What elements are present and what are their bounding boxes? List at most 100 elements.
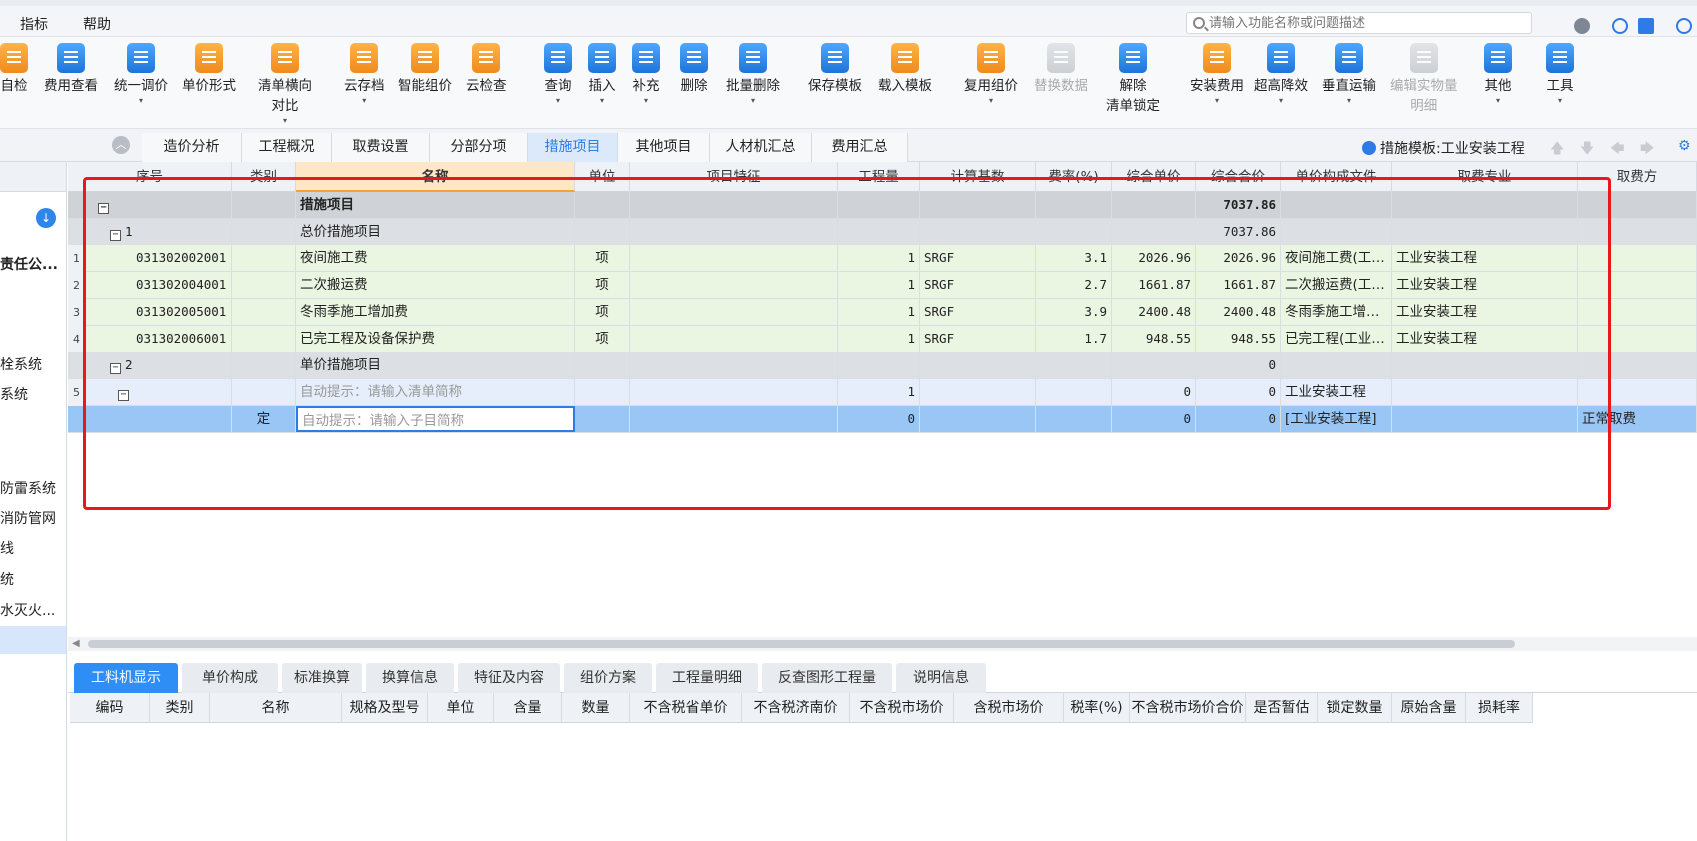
grid-cell-seq[interactable]: 031302004001: [68, 272, 232, 299]
settings-icon[interactable]: [1676, 18, 1692, 34]
grid-cell-rate[interactable]: [1036, 352, 1112, 379]
toolbar-button-0[interactable]: 自检: [0, 43, 28, 96]
detail-tab-6[interactable]: 工程量明细: [656, 663, 758, 693]
grid-cell-cat[interactable]: [232, 325, 296, 352]
toolbar-button-2[interactable]: 统一调价 ▾: [114, 43, 168, 106]
grid-col-header[interactable]: 综合合价: [1196, 162, 1281, 192]
grid-col-header[interactable]: 单价构成文件: [1281, 162, 1392, 192]
collapse-up-icon[interactable]: ︿: [112, 136, 130, 154]
tree-node-lightning[interactable]: 防雷系统: [0, 478, 56, 498]
refresh-icon[interactable]: [1612, 18, 1628, 34]
tab-1[interactable]: 工程概况: [242, 133, 332, 162]
grid-cell-cat[interactable]: [232, 218, 296, 245]
grid-cell-uprice[interactable]: 2400.48: [1112, 298, 1196, 325]
download-icon[interactable]: ↓: [36, 208, 56, 228]
tree-node-hydrant[interactable]: 栓系统: [0, 354, 42, 374]
detail-col-header[interactable]: 损耗率: [1466, 693, 1533, 723]
grid-cell-major[interactable]: [1392, 352, 1578, 379]
dropdown-arrow-icon[interactable]: ▾: [1546, 96, 1574, 106]
grid-cell-major[interactable]: 工业安装工程: [1392, 325, 1578, 352]
grid-col-header[interactable]: 项目特征: [630, 162, 838, 192]
grid-cell-feature[interactable]: [630, 272, 838, 299]
grid-cell-fee[interactable]: [1578, 218, 1697, 245]
grid-cell-uprice[interactable]: [1112, 218, 1196, 245]
grid-cell-unit[interactable]: 项: [575, 245, 630, 272]
grid-cell-feature[interactable]: [630, 192, 838, 218]
detail-tab-2[interactable]: 标准换算: [282, 663, 362, 693]
grid-cell-major[interactable]: 工业安装工程: [1392, 298, 1578, 325]
grid-col-header[interactable]: 计算基数: [920, 162, 1036, 192]
tab-6[interactable]: 人材机汇总: [710, 133, 812, 162]
grid-cell-rate[interactable]: 1.7: [1036, 325, 1112, 352]
grid-cell-uprice[interactable]: [1112, 352, 1196, 379]
detail-tab-3[interactable]: 换算信息: [366, 663, 454, 693]
move-left-icon[interactable]: 🡄: [1610, 138, 1624, 162]
grid-cell-name[interactable]: 自动提示：请输入子目简称: [296, 405, 575, 432]
detail-col-header[interactable]: 类别: [150, 693, 210, 723]
toolbar-button-9[interactable]: 插入 ▾: [588, 43, 616, 106]
grid-cell-rate[interactable]: 2.7: [1036, 272, 1112, 299]
grid-cell-unit[interactable]: [575, 218, 630, 245]
search-input[interactable]: [1209, 14, 1519, 32]
grid-cell-name[interactable]: 冬雨季施工增加费: [296, 298, 575, 325]
grid-cell-uprice[interactable]: 948.55: [1112, 325, 1196, 352]
detail-col-header[interactable]: 规格及型号: [342, 693, 428, 723]
grid-cell-file[interactable]: 已完工程(工业…: [1281, 325, 1392, 352]
tree-node-sys2[interactable]: 统: [0, 569, 14, 589]
detail-col-header[interactable]: 不含税市场价合价: [1130, 693, 1246, 723]
detail-col-header[interactable]: 不含税济南价: [742, 693, 850, 723]
toolbar-button-3[interactable]: 单价形式: [182, 43, 236, 96]
toolbar-button-8[interactable]: 查询 ▾: [544, 43, 572, 106]
toolbar-button-18[interactable]: 安装费用 ▾: [1190, 43, 1244, 106]
grid-cell-base[interactable]: [920, 218, 1036, 245]
grid-cell-base[interactable]: [920, 405, 1036, 432]
grid-col-header[interactable]: 类别: [232, 162, 296, 192]
toolbar-button-14[interactable]: 载入模板: [878, 43, 932, 96]
toolbar-button-17[interactable]: 解除 清单锁定: [1106, 43, 1160, 116]
grid-cell-file[interactable]: 夜间施工费(工…: [1281, 245, 1392, 272]
grid-cell-major[interactable]: 工业安装工程: [1392, 272, 1578, 299]
grid-cell-name[interactable]: 总价措施项目: [296, 218, 575, 245]
grid-cell-name[interactable]: 单价措施项目: [296, 352, 575, 379]
grid-col-header[interactable]: 单位: [575, 162, 630, 192]
collapse-node-icon[interactable]: −: [110, 363, 121, 375]
detail-col-header[interactable]: 含量: [494, 693, 562, 723]
grid-cell-seq[interactable]: 031302002001: [68, 245, 232, 272]
detail-col-header[interactable]: 是否暂估: [1246, 693, 1318, 723]
tab-0[interactable]: 造价分析: [142, 133, 242, 162]
toolbar-button-13[interactable]: 保存模板: [808, 43, 862, 96]
dropdown-arrow-icon[interactable]: ▾: [588, 96, 616, 106]
grid-cell-file[interactable]: 二次搬运费(工…: [1281, 272, 1392, 299]
grid-cell-cat[interactable]: [232, 298, 296, 325]
grid-cell-major[interactable]: [1392, 405, 1578, 432]
grid-cell-rate[interactable]: [1036, 192, 1112, 218]
grid-cell-fee[interactable]: [1578, 192, 1697, 218]
detail-col-header[interactable]: 原始含量: [1392, 693, 1466, 723]
grid-cell-unit[interactable]: 项: [575, 298, 630, 325]
collapse-node-icon[interactable]: −: [110, 229, 121, 241]
toolbar-button-15[interactable]: 复用组价 ▾: [964, 43, 1018, 106]
tab-7[interactable]: 费用汇总: [812, 133, 908, 162]
toolbar-button-1[interactable]: 费用查看: [44, 43, 98, 96]
grid-cell-total[interactable]: 0: [1196, 378, 1281, 405]
toolbar-button-19[interactable]: 超高降效 ▾: [1254, 43, 1308, 106]
table-row[interactable]: 定 自动提示：请输入子目简称 0 0 0 [工业安装工程] 正常取费: [68, 405, 1697, 433]
toolbar-button-5[interactable]: 云存档 ▾: [344, 43, 385, 106]
dropdown-arrow-icon[interactable]: ▾: [344, 96, 385, 106]
grid-cell-unit[interactable]: 项: [575, 272, 630, 299]
grid-cell-base[interactable]: [920, 352, 1036, 379]
grid-cell-seq[interactable]: 031302006001: [68, 325, 232, 352]
grid-cell-name[interactable]: 自动提示：请输入清单简称: [296, 378, 575, 405]
grid-cell-unit[interactable]: [575, 192, 630, 218]
table-row[interactable]: 3 031302005001 冬雨季施工增加费项 1 SRGF 3.9 2400.48 240…: [68, 298, 1697, 327]
detail-col-header[interactable]: 名称: [210, 693, 342, 723]
grid-cell-fee[interactable]: [1578, 272, 1697, 299]
toolbar-button-11[interactable]: 删除: [680, 43, 708, 96]
detail-tab-1[interactable]: 单价构成: [182, 663, 278, 693]
grid-cell-feature[interactable]: [630, 245, 838, 272]
grid-cell-file[interactable]: [工业安装工程]: [1281, 405, 1392, 432]
grid-cell-cat[interactable]: [232, 378, 296, 405]
toolbar-button-23[interactable]: 工具 ▾: [1546, 43, 1574, 106]
grid-cell-major[interactable]: [1392, 218, 1578, 245]
detail-tab-5[interactable]: 组价方案: [564, 663, 652, 693]
